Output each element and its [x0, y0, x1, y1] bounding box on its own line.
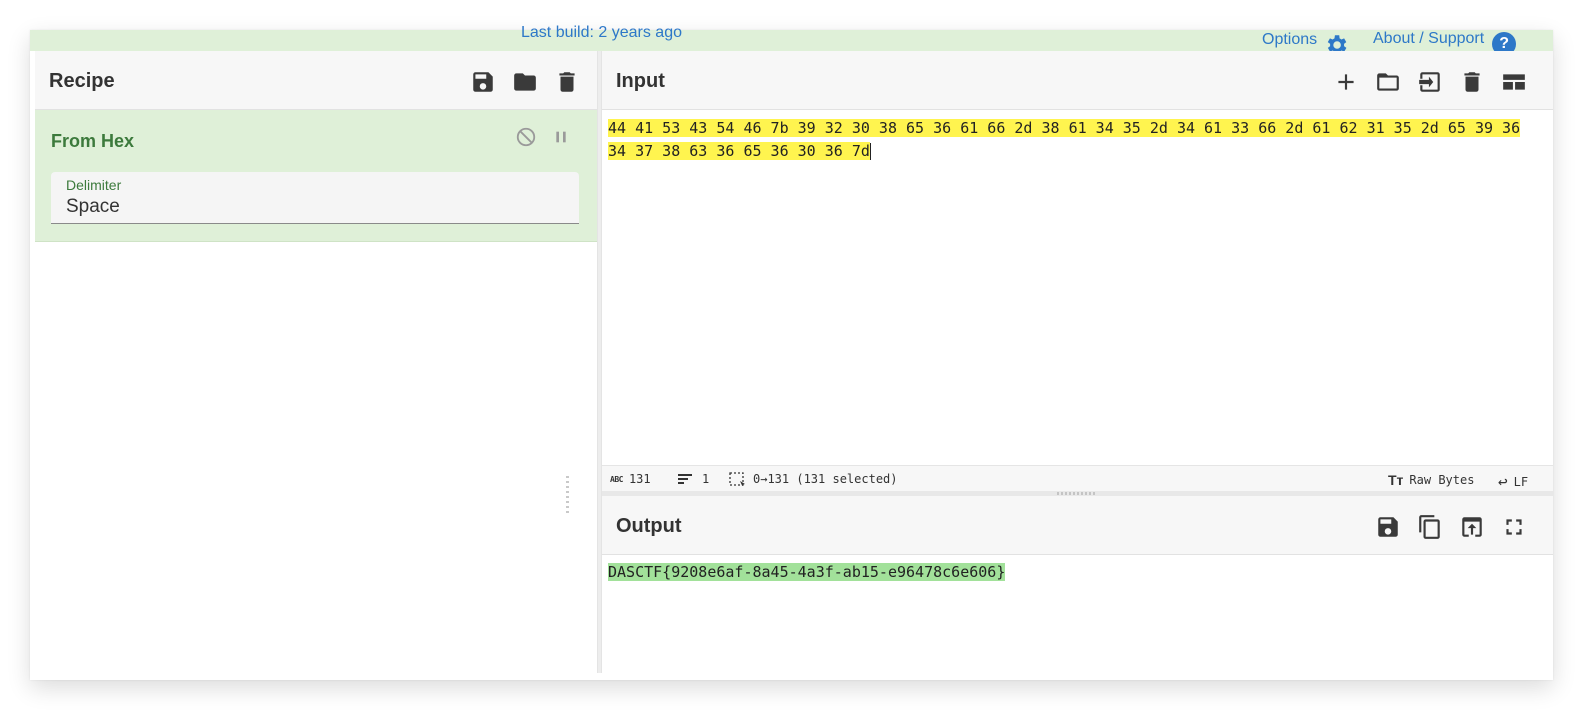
- folder-icon[interactable]: [1373, 67, 1403, 97]
- folder-icon[interactable]: [510, 67, 540, 97]
- operation-title: From Hex: [51, 131, 135, 151]
- input-status-bar: ABC 131 1 0→131 (131 selected) Tт Raw By…: [602, 465, 1553, 491]
- abc-icon: ABC: [610, 474, 623, 484]
- encoding-value: Raw Bytes: [1409, 473, 1475, 487]
- output-textarea[interactable]: DASCTF{9208e6af-8a45-4a3f-ab15-e96478c6e…: [602, 556, 1539, 589]
- options-label: Options: [1262, 31, 1318, 48]
- plus-icon[interactable]: [1331, 67, 1361, 97]
- divider-grip: [1057, 492, 1097, 495]
- selection-icon: [729, 472, 745, 486]
- text-cursor: [869, 143, 871, 160]
- save-icon[interactable]: [1373, 512, 1403, 542]
- lines-value: 1: [702, 472, 710, 486]
- text-type-icon: Tт: [1388, 472, 1404, 488]
- output-header: Output: [602, 496, 1553, 555]
- lines-icon: [678, 474, 692, 484]
- operation-from-hex[interactable]: From Hex Delimiter Space: [35, 110, 597, 242]
- selection-value: 0→131 (131 selected): [753, 472, 898, 486]
- input-panel: Input 44 41 53 43 54 46 7b 39 32 30 38 6…: [602, 51, 1553, 491]
- trash-icon[interactable]: [1457, 67, 1487, 97]
- length-stat: ABC 131: [610, 472, 651, 486]
- about-support-label: About / Support: [1373, 30, 1485, 47]
- delimiter-value[interactable]: Space: [66, 196, 556, 218]
- input-to-output-icon[interactable]: [1415, 67, 1445, 97]
- input-header: Input: [602, 51, 1553, 110]
- eol-value: LF: [1513, 474, 1529, 489]
- lines-stat: 1: [678, 472, 709, 486]
- last-build-label: Last build: 2 years ago: [521, 24, 682, 41]
- length-value: 131: [628, 472, 651, 486]
- disable-icon[interactable]: [515, 126, 537, 148]
- top-banner: Last build: 2 years ago Options About / …: [30, 24, 1553, 56]
- delimiter-field[interactable]: Delimiter Space: [51, 172, 579, 224]
- app-window: Last build: 2 years ago Options About / …: [30, 24, 1553, 680]
- input-title: Input: [616, 70, 665, 92]
- return-icon: ↩: [1498, 472, 1508, 491]
- copy-icon[interactable]: [1415, 512, 1445, 542]
- save-icon[interactable]: [468, 67, 498, 97]
- recipe-title: Recipe: [49, 70, 115, 92]
- layout-icon[interactable]: [1499, 67, 1529, 97]
- delimiter-label: Delimiter: [66, 177, 122, 193]
- input-textarea[interactable]: 44 41 53 43 54 46 7b 39 32 30 38 65 36 6…: [602, 111, 1539, 465]
- breakpoint-icon[interactable]: [550, 126, 572, 148]
- recipe-panel: Recipe From Hex Delimiter Space: [35, 51, 597, 673]
- output-panel: Output DASCTF{9208e6af-8a45-4a3f-ab15-e9…: [602, 496, 1553, 673]
- output-title: Output: [616, 515, 682, 537]
- encoding-stat[interactable]: Tт Raw Bytes: [1388, 472, 1474, 488]
- trash-icon[interactable]: [552, 67, 582, 97]
- recipe-header: Recipe: [35, 51, 597, 110]
- maximise-icon[interactable]: [1499, 512, 1529, 542]
- input-text: 44 41 53 43 54 46 7b 39 32 30 38 65 36 6…: [608, 119, 1521, 160]
- eol-stat[interactable]: ↩ LF: [1498, 472, 1528, 491]
- replace-input-icon[interactable]: [1457, 512, 1487, 542]
- output-text: DASCTF{9208e6af-8a45-4a3f-ab15-e96478c6e…: [608, 563, 1006, 581]
- left-grip: [566, 476, 569, 516]
- selection-stat: 0→131 (131 selected): [729, 472, 898, 486]
